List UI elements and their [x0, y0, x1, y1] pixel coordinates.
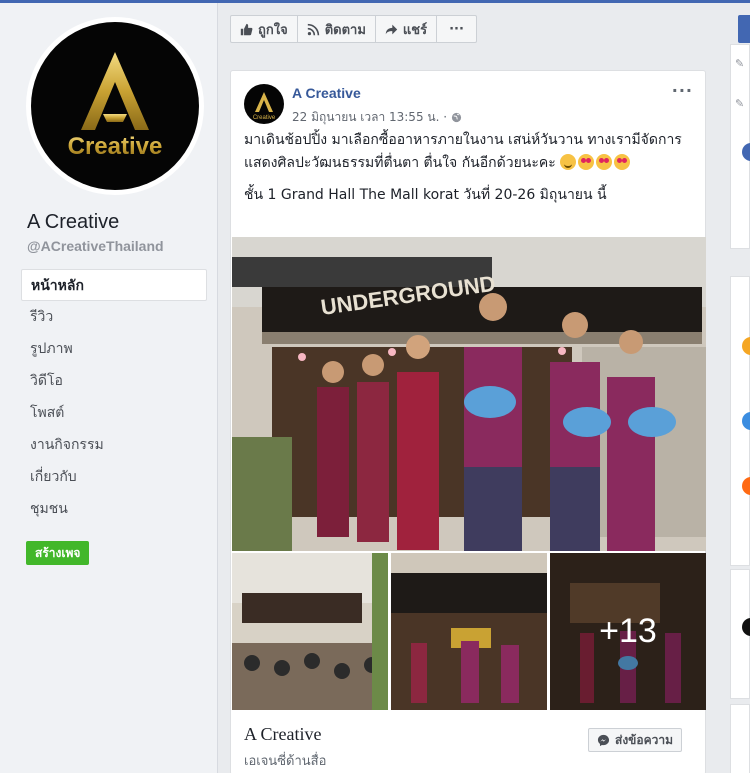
more-photos-overlay[interactable]: +13 — [550, 553, 706, 710]
attachment-page-category: เอเจนซี่ด้านสื่อ — [244, 754, 327, 769]
nav-item-events[interactable]: งานกิจกรรม — [21, 429, 207, 461]
like-button[interactable]: ถูกใจ — [231, 16, 298, 42]
author-avatar[interactable]: Creative — [244, 84, 284, 124]
thumbs-up-icon — [240, 23, 253, 35]
avatar-logo-text: Creative — [253, 115, 276, 121]
page-name[interactable]: A Creative — [27, 211, 119, 234]
nav-item-community[interactable]: ชุมชน — [21, 493, 207, 525]
attachment-page-name[interactable]: A Creative — [244, 724, 321, 745]
profile-picture[interactable]: Creative — [26, 17, 204, 195]
follow-label: ติดตาม — [324, 22, 366, 38]
messenger-icon — [597, 734, 610, 746]
share-label: แชร์ — [402, 22, 428, 38]
a-creative-logo-icon: Creative — [253, 92, 276, 121]
a-creative-logo-icon: Creative — [68, 52, 163, 160]
nav-item-reviews[interactable]: รีวิว — [21, 301, 207, 333]
rss-follow-icon — [307, 23, 319, 35]
profile-logo: Creative — [31, 22, 199, 190]
heart-eyes-emoji-icon — [614, 154, 631, 170]
send-message-button[interactable]: ส่งข้อความ — [588, 728, 683, 752]
more-actions-button[interactable]: ··· — [437, 16, 476, 42]
page-badge-icon — [742, 143, 750, 161]
nav-item-posts[interactable]: โพสต์ — [21, 397, 207, 429]
post-timestamp[interactable]: 22 มิถุนายน เวลา 13:55 น. · — [292, 108, 462, 127]
post-thumbnail[interactable] — [391, 553, 547, 710]
nav-item-videos[interactable]: วิดีโอ — [21, 365, 207, 397]
post-text-line2: ชั้น 1 Grand Hall The Mall korat วันที่ … — [244, 187, 607, 203]
logo-text: Creative — [68, 133, 163, 160]
right-sidebar-cropped: ✎ ✎ — [730, 44, 750, 773]
page-navigation: หน้าหลัก รีวิว รูปภาพ วิดีโอ โพสต์ งานกิ… — [21, 269, 207, 525]
suggestion-avatar[interactable] — [742, 618, 750, 636]
timestamp-text: 22 มิถุนายน เวลา 13:55 น. · — [292, 110, 448, 124]
post-author[interactable]: A Creative — [292, 85, 361, 101]
right-panel: ✎ ✎ — [730, 44, 750, 249]
send-message-label: ส่งข้อความ — [615, 732, 674, 747]
post-main-photo[interactable]: UNDERGROUND — [232, 237, 706, 551]
post-card: Creative A Creative 22 มิถุนายน เวลา 13:… — [230, 70, 706, 773]
heart-eyes-emoji-icon — [578, 154, 595, 170]
edit-pencil-icon[interactable]: ✎ — [735, 97, 744, 110]
column-divider — [217, 3, 218, 773]
globe-icon — [451, 112, 462, 123]
suggestion-avatar[interactable] — [742, 412, 750, 430]
post-paragraph: มาเดินช้อปปิ้ง มาเลือกซื้ออาหารภายในงาน … — [244, 129, 694, 175]
post-photo-grid: +13 — [232, 553, 706, 710]
suggestion-avatar[interactable] — [742, 477, 750, 495]
suggestion-avatar[interactable] — [742, 337, 750, 355]
right-panel — [730, 276, 750, 566]
cropped-primary-button[interactable] — [738, 15, 750, 43]
left-sidebar: Creative A Creative @ACreativeThailand ห… — [0, 3, 217, 773]
edit-pencil-icon[interactable]: ✎ — [735, 57, 744, 70]
share-button[interactable]: แชร์ — [376, 16, 438, 42]
nav-item-photos[interactable]: รูปภาพ — [21, 333, 207, 365]
page-handle[interactable]: @ACreativeThailand — [27, 238, 164, 254]
stage-photo — [391, 553, 547, 710]
right-panel — [730, 704, 750, 773]
post-body: มาเดินช้อปปิ้ง มาเลือกซื้ออาหารภายในงาน … — [244, 129, 694, 216]
smile-emoji-icon — [560, 154, 577, 170]
create-page-button[interactable]: สร้างเพจ — [26, 541, 90, 565]
nav-item-about[interactable]: เกี่ยวกับ — [21, 461, 207, 493]
dancers-photo: UNDERGROUND — [232, 237, 706, 551]
post-options-button[interactable]: ··· — [672, 81, 693, 100]
right-panel — [730, 569, 750, 699]
crowd-photo — [232, 553, 388, 710]
post-thumbnail[interactable] — [232, 553, 388, 710]
page-action-bar: ถูกใจ ติดตาม แชร์ ··· — [230, 15, 477, 43]
nav-item-home[interactable]: หน้าหลัก — [21, 269, 207, 301]
like-label: ถูกใจ — [258, 22, 288, 38]
post-thumbnail[interactable]: +13 — [550, 553, 706, 710]
share-arrow-icon — [385, 24, 398, 34]
heart-eyes-emoji-icon — [596, 154, 613, 170]
follow-button[interactable]: ติดตาม — [298, 16, 376, 42]
